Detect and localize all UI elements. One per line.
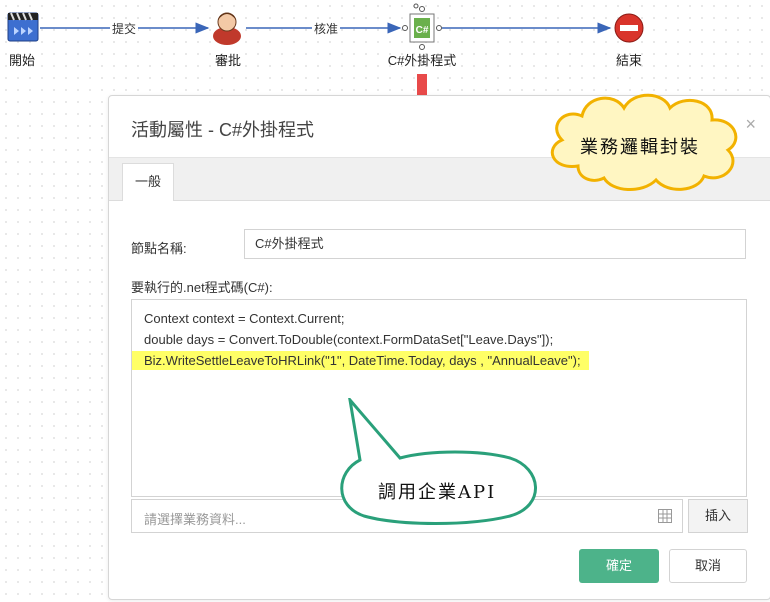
- cloud-callout-text: 業務邏輯封裝: [580, 137, 700, 158]
- film-clapper-icon[interactable]: [7, 12, 39, 42]
- node-label-start: 開始: [8, 53, 36, 68]
- stop-icon[interactable]: [614, 13, 644, 43]
- workflow-diagram: C#: [7, 3, 644, 50]
- code-line-highlighted: Biz.WriteSettleLeaveToHRLink("1", DateTi…: [132, 351, 589, 370]
- edge-label-submit: 提交: [109, 20, 139, 37]
- code-label: 要執行的.net程式碼(C#):: [131, 280, 273, 295]
- code-line: double days = Convert.ToDouble(context.F…: [144, 332, 554, 347]
- node-label-end: 結束: [615, 53, 643, 68]
- node-label-approve: 審批: [214, 53, 242, 68]
- edge-label-approve: 核准: [311, 20, 341, 37]
- grid-icon[interactable]: [658, 509, 672, 523]
- speech-callout-text: 調用企業API: [378, 482, 497, 503]
- svg-text:C#: C#: [416, 25, 429, 36]
- node-label-plugin: C#外掛程式: [387, 53, 457, 68]
- dialog-title: 活動屬性 - C#外掛程式: [131, 120, 315, 140]
- tab-general[interactable]: 一般: [122, 163, 174, 201]
- insert-button[interactable]: 插入: [688, 499, 748, 533]
- business-data-placeholder: 請選擇業務資料...: [144, 512, 246, 527]
- ok-button[interactable]: 確定: [579, 549, 659, 583]
- node-name-input[interactable]: C#外掛程式: [244, 229, 746, 259]
- speech-callout: [340, 398, 537, 525]
- cancel-button[interactable]: 取消: [669, 549, 747, 583]
- code-line: Context context = Context.Current;: [144, 311, 345, 326]
- csharp-plugin-icon[interactable]: C#: [402, 3, 442, 50]
- user-icon[interactable]: [213, 12, 241, 45]
- node-name-label: 節點名稱:: [131, 241, 187, 256]
